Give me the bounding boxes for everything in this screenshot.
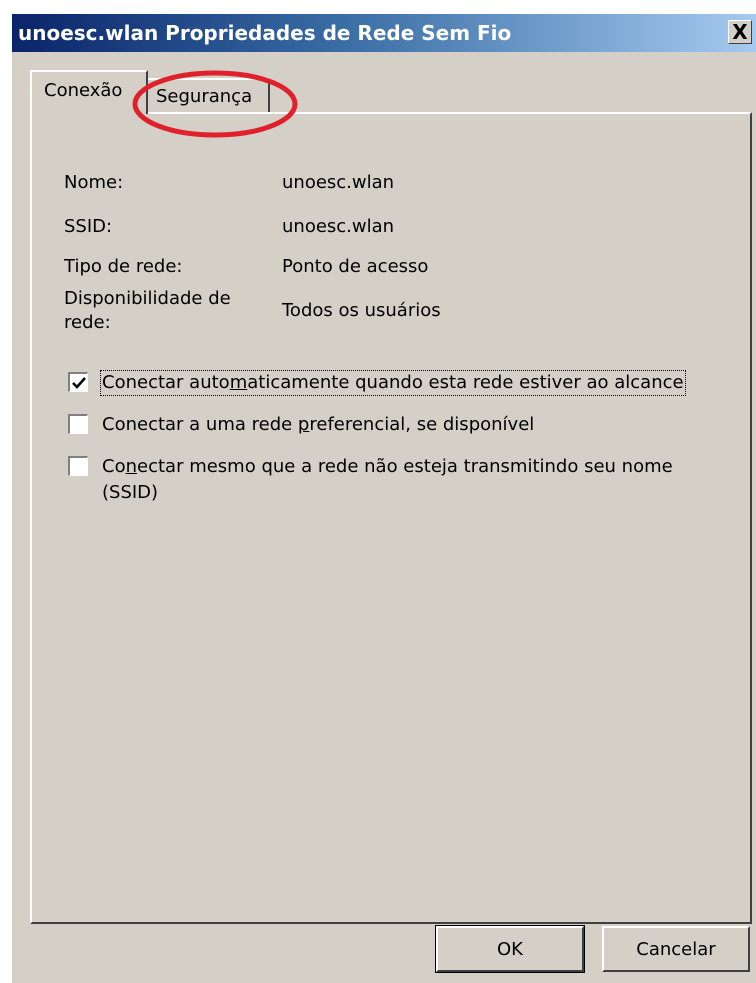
checkmark-icon (72, 377, 86, 389)
hidden-ssid-label-part2: ectar mesmo que a rede não esteja transm… (137, 456, 673, 477)
network-properties-dialog: unoesc.wlan Propriedades de Rede Sem Fio… (10, 12, 756, 983)
name-label: Nome: (64, 172, 124, 193)
network-type-label: Tipo de rede: (64, 256, 183, 277)
cancel-button[interactable]: Cancelar (602, 926, 750, 972)
preferred-network-label[interactable]: Conectar a uma rede preferencial, se dis… (102, 414, 534, 436)
close-icon: X (732, 20, 748, 44)
hidden-ssid-checkbox[interactable] (68, 456, 88, 476)
ok-button-label: OK (497, 938, 523, 960)
availability-label-line2: rede: (64, 312, 111, 333)
title-bar[interactable]: unoesc.wlan Propriedades de Rede Sem Fio… (12, 14, 756, 52)
network-type-value: Ponto de acesso (282, 256, 429, 277)
availability-value: Todos os usuários (282, 300, 441, 321)
preferred-network-label-part2: referencial, se disponível (309, 414, 535, 435)
preferred-network-label-part1: Conectar a uma rede (102, 414, 298, 435)
auto-connect-checkbox[interactable] (68, 372, 88, 392)
tab-panel-conexao: Nome: unoesc.wlan SSID: unoesc.wlan Tipo… (30, 112, 752, 924)
ssid-value: unoesc.wlan (282, 216, 395, 237)
window-title: unoesc.wlan Propriedades de Rede Sem Fio (18, 21, 512, 45)
name-value: unoesc.wlan (282, 172, 395, 193)
auto-connect-label-part2: aticamente quando esta rede estiver ao a… (247, 372, 684, 393)
hidden-ssid-accelerator: n (125, 456, 138, 477)
preferred-network-accelerator: p (297, 414, 310, 435)
tab-seguranca[interactable]: Segurança (148, 78, 270, 112)
preferred-network-checkbox[interactable] (68, 414, 88, 434)
hidden-ssid-label-part1: Co (102, 456, 126, 477)
tab-conexao[interactable]: Conexão (30, 70, 148, 114)
ok-button[interactable]: OK (435, 925, 585, 973)
ssid-label: SSID: (64, 216, 113, 237)
hidden-ssid-label[interactable]: Conectar mesmo que a rede não esteja tra… (102, 456, 673, 478)
availability-label-line1: Disponibilidade de (64, 288, 231, 309)
auto-connect-label-part1: Conectar auto (102, 372, 230, 393)
cancel-button-label: Cancelar (636, 938, 716, 960)
hidden-ssid-label-line2[interactable]: (SSID) (102, 482, 158, 504)
tab-conexao-label: Conexão (44, 80, 123, 101)
close-button[interactable]: X (728, 20, 752, 44)
auto-connect-accelerator: m (229, 372, 248, 393)
auto-connect-label[interactable]: Conectar automaticamente quando esta red… (100, 370, 686, 396)
tab-seguranca-label: Segurança (156, 86, 253, 107)
